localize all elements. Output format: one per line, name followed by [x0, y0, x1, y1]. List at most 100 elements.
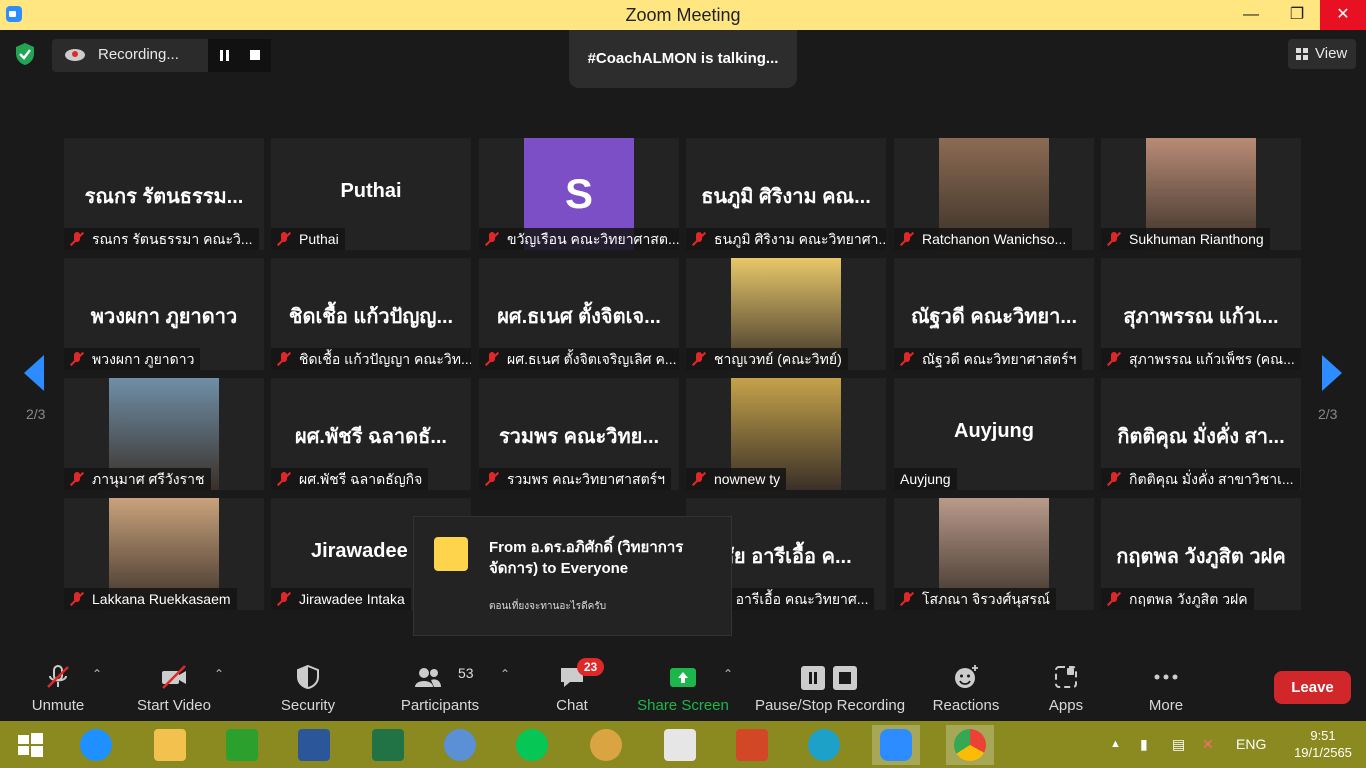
audio-options-chevron-icon[interactable]: ⌃: [92, 667, 102, 681]
share-options-chevron-icon[interactable]: ⌃: [723, 667, 733, 681]
taskbar-excel[interactable]: [364, 725, 412, 765]
participant-tile[interactable]: กฤตพล วังภูสิต วฝค กฤตพล วังภูสิต วฝค: [1101, 498, 1301, 610]
start-button[interactable]: [6, 725, 54, 765]
participant-name-text: กิตติคุณ มั่งคั่ง สาขาวิชาเ...: [1129, 471, 1294, 487]
security-button[interactable]: Security: [274, 655, 342, 721]
participant-tile[interactable]: พวงผกา ภูยาดาว พวงผกา ภูยาดาว: [64, 258, 264, 370]
participant-name-label: Lakkana Ruekkasaem: [64, 588, 237, 610]
video-off-icon: [162, 665, 186, 689]
participant-tile[interactable]: ภานุมาศ ศรีวังราช: [64, 378, 264, 490]
participant-tile[interactable]: โสภณา จิรวงศ์นุสรณ์: [894, 498, 1094, 610]
stop-recording-button[interactable]: [240, 39, 271, 72]
pause-stop-recording-button[interactable]: Pause/Stop Recording: [754, 655, 906, 721]
input-language[interactable]: ENG: [1236, 721, 1266, 768]
participant-name-text: Auyjung: [900, 471, 951, 487]
share-screen-button[interactable]: Share Screen: [636, 655, 730, 721]
participant-tile[interactable]: ผศ.พัชรี ฉลาดธั... ผศ.พัชรี ฉลาดธัญกิจ: [271, 378, 471, 490]
recording-indicator: Recording...: [52, 39, 271, 72]
math-icon: [444, 729, 476, 761]
participant-display-name: ผศ.พัชรี ฉลาดธั...: [294, 426, 447, 448]
participant-name-label: Ratchanon Wanichso...: [894, 228, 1073, 250]
encryption-shield-icon[interactable]: [14, 42, 36, 66]
video-options-chevron-icon[interactable]: ⌃: [214, 667, 224, 681]
participant-tile[interactable]: ธนภูมิ ศิริงาม คณ... ธนภูมิ ศิริงาม คณะวิ…: [686, 138, 886, 250]
taskbar-paint[interactable]: [582, 725, 630, 765]
page-indicator-right: 2/3: [1318, 406, 1338, 422]
participant-tile[interactable]: Lakkana Ruekkasaem: [64, 498, 264, 610]
more-button[interactable]: More: [1138, 655, 1194, 721]
participant-tile[interactable]: ณัฐวดี คณะวิทยา... ณัฐวดี คณะวิทยาศาสตร์ฯ: [894, 258, 1094, 370]
close-button[interactable]: ✕: [1320, 0, 1366, 30]
apps-button[interactable]: Apps: [1040, 655, 1092, 721]
taskbar-store[interactable]: [218, 725, 266, 765]
network-icon[interactable]: ▮: [1140, 721, 1148, 768]
participants-button[interactable]: 53 Participants: [398, 655, 482, 721]
participant-name-label: พวงผกา ภูยาดาว: [64, 348, 201, 370]
internet-explorer-icon: [80, 729, 112, 761]
pause-recording-button[interactable]: [208, 39, 240, 72]
chat-notification-popup[interactable]: From อ.ดร.อภิศักดิ์ (วิทยาการจัดการ) to …: [413, 516, 732, 636]
show-hidden-icons-chevron-icon[interactable]: ▲: [1110, 721, 1121, 768]
taskbar-powerpoint[interactable]: [728, 725, 776, 765]
zoom-icon: [880, 729, 912, 761]
participant-name-text: สุภาพรรณ แก้วเพ็ชร (คณ...: [1129, 351, 1295, 367]
muted-microphone-icon: [485, 232, 499, 246]
security-label: Security: [280, 697, 336, 714]
windows-taskbar: ▲ ▮ ▤ ✕ ENG 9:51 19/1/2565: [0, 721, 1366, 768]
participant-name-text: Lakkana Ruekkasaem: [92, 591, 231, 607]
battery-icon[interactable]: ▤: [1172, 721, 1185, 768]
taskbar-file-explorer[interactable]: [146, 725, 194, 765]
muted-microphone-icon: [1107, 352, 1121, 366]
taskbar-line[interactable]: [508, 725, 556, 765]
minimize-button[interactable]: —: [1228, 0, 1274, 30]
participant-display-name: ชิดเชื้อ แก้วปัญญ...: [288, 306, 454, 328]
taskbar-chrome[interactable]: [946, 725, 994, 765]
participant-tile[interactable]: Sukhuman Rianthong: [1101, 138, 1301, 250]
participant-tile[interactable]: Puthai Puthai: [271, 138, 471, 250]
participant-display-name: กิตติคุณ มั่งคั่ง สา...: [1117, 426, 1285, 448]
start-video-button[interactable]: Start Video: [132, 655, 216, 721]
maximize-button[interactable]: ❐: [1274, 0, 1320, 30]
participant-tile[interactable]: สุภาพรรณ แก้วเ... สุภาพรรณ แก้วเพ็ชร (คณ.…: [1101, 258, 1301, 370]
taskbar-edge[interactable]: [800, 725, 848, 765]
taskbar-clock[interactable]: 9:51 19/1/2565: [1290, 727, 1356, 761]
chat-sender: From อ.ดร.อภิศักดิ์ (วิทยาการจัดการ) to …: [489, 539, 684, 577]
participant-tile[interactable]: ชาญเวทย์ (คณะวิทย์): [686, 258, 886, 370]
taskbar-internet-explorer[interactable]: [72, 725, 120, 765]
participant-name-text: ชิดเชื้อ แก้วปัญญา คณะวิท...: [299, 351, 471, 367]
participant-name-text: ณัฐวดี คณะวิทยาศาสตร์ฯ: [922, 351, 1077, 367]
unmute-button[interactable]: Unmute: [20, 655, 96, 721]
participant-tile[interactable]: Ratchanon Wanichso...: [894, 138, 1094, 250]
participant-tile[interactable]: กิตติคุณ มั่งคั่ง สา... กิตติคุณ มั่งคั่ง…: [1101, 378, 1301, 490]
participants-count: 53: [458, 665, 474, 681]
taskbar-zoom[interactable]: [872, 725, 920, 765]
leave-button[interactable]: Leave: [1274, 671, 1351, 704]
participant-tile[interactable]: รวมพร คณะวิทย... รวมพร คณะวิทยาศาสตร์ฯ: [479, 378, 679, 490]
taskbar-word[interactable]: [290, 725, 338, 765]
muted-microphone-icon: [70, 352, 84, 366]
participant-display-name: สุภาพรรณ แก้วเ...: [1123, 306, 1279, 328]
participant-tile[interactable]: S ขวัญเรือน คณะวิทยาศาสต...: [479, 138, 679, 250]
reactions-button[interactable]: Reactions: [930, 655, 1002, 721]
participant-tile[interactable]: nownew ty: [686, 378, 886, 490]
participant-tile[interactable]: Auyjung Auyjung: [894, 378, 1094, 490]
participant-name-label: ขวัญเรือน คณะวิทยาศาสต...: [479, 228, 679, 250]
muted-microphone-icon: [277, 232, 291, 246]
participant-name-text: กฤตพล วังภูสิต วฝค: [1129, 591, 1248, 607]
muted-microphone-icon: [692, 232, 706, 246]
next-page-arrow-icon[interactable]: [1322, 355, 1342, 391]
participant-tile[interactable]: ผศ.ธเนศ ตั้งจิตเจ... ผศ.ธเนศ ตั้งจิตเจริญ…: [479, 258, 679, 370]
participant-tile[interactable]: รณกร รัตนธรรม... รณกร รัตนธรรมา คณะวิ...: [64, 138, 264, 250]
taskbar-lisrel[interactable]: [656, 725, 704, 765]
participant-name-text: รณกร รัตนธรรมา คณะวิ...: [92, 231, 253, 247]
taskbar-math-input[interactable]: [436, 725, 484, 765]
more-label: More: [1148, 697, 1184, 714]
participant-tile[interactable]: ชิดเชื้อ แก้วปัญญ... ชิดเชื้อ แก้วปัญญา ค…: [271, 258, 471, 370]
view-button[interactable]: View: [1288, 39, 1356, 69]
reactions-label: Reactions: [932, 697, 1000, 714]
participants-options-chevron-icon[interactable]: ⌃: [500, 667, 510, 681]
volume-muted-icon[interactable]: ✕: [1202, 721, 1214, 768]
previous-page-arrow-icon[interactable]: [24, 355, 44, 391]
participant-name-label: Sukhuman Rianthong: [1101, 228, 1270, 250]
share-screen-label: Share Screen: [637, 697, 729, 714]
